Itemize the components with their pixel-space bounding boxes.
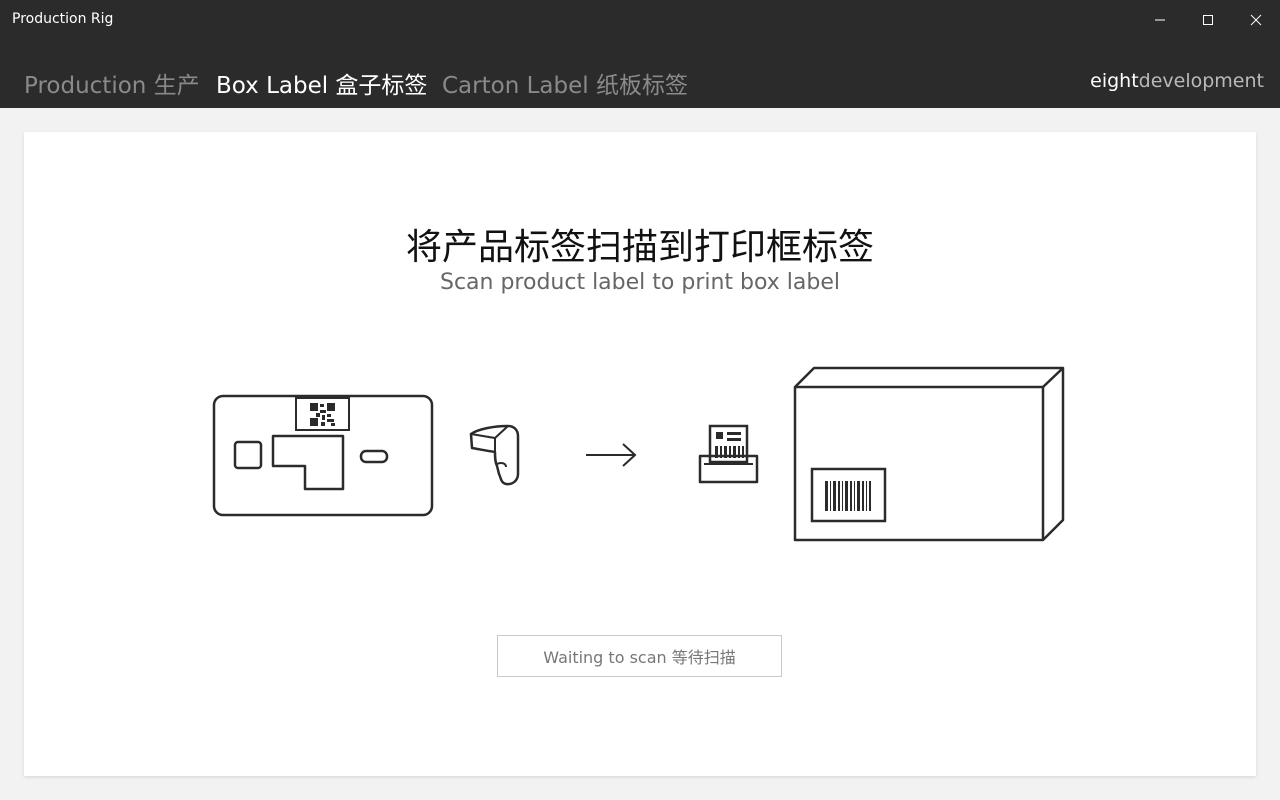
- tab-carton-label[interactable]: Carton Label 纸板标签: [442, 66, 688, 100]
- close-icon: [1250, 14, 1262, 26]
- tab-box-label[interactable]: Box Label 盒子标签: [216, 66, 427, 100]
- scan-status-text: Waiting to scan 等待扫描: [543, 648, 736, 667]
- page-heading-english: Scan product label to print box label: [439, 270, 841, 295]
- label-printer-icon: [698, 424, 759, 484]
- title-bar: Production Rig: [0, 0, 1280, 40]
- app-title: Production Rig: [12, 11, 114, 27]
- main-panel: 将产品标签扫描到打印框标签 Scan product label to prin…: [24, 132, 1256, 776]
- maximize-button[interactable]: [1185, 0, 1231, 40]
- arrow-right-icon: [586, 443, 637, 467]
- close-button[interactable]: [1233, 0, 1279, 40]
- page-heading-chinese: 将产品标签扫描到打印框标签: [405, 227, 874, 268]
- scan-status-box: Waiting to scan 等待扫描: [497, 635, 782, 677]
- brand-logo-light: development: [1138, 70, 1264, 92]
- barcode-scanner-icon: [469, 424, 520, 486]
- brand-logo-strong: eight: [1090, 70, 1139, 92]
- brand-logo: eightdevelopment: [1090, 70, 1264, 92]
- tab-production[interactable]: Production 生产: [24, 66, 200, 100]
- box-with-barcode-icon: [793, 366, 1065, 542]
- minimize-button[interactable]: [1137, 0, 1183, 40]
- product-label-icon: [212, 394, 434, 517]
- minimize-icon: [1155, 19, 1165, 21]
- nav-bar: Production 生产 Box Label 盒子标签 Carton Labe…: [0, 40, 1280, 108]
- maximize-icon: [1203, 15, 1213, 25]
